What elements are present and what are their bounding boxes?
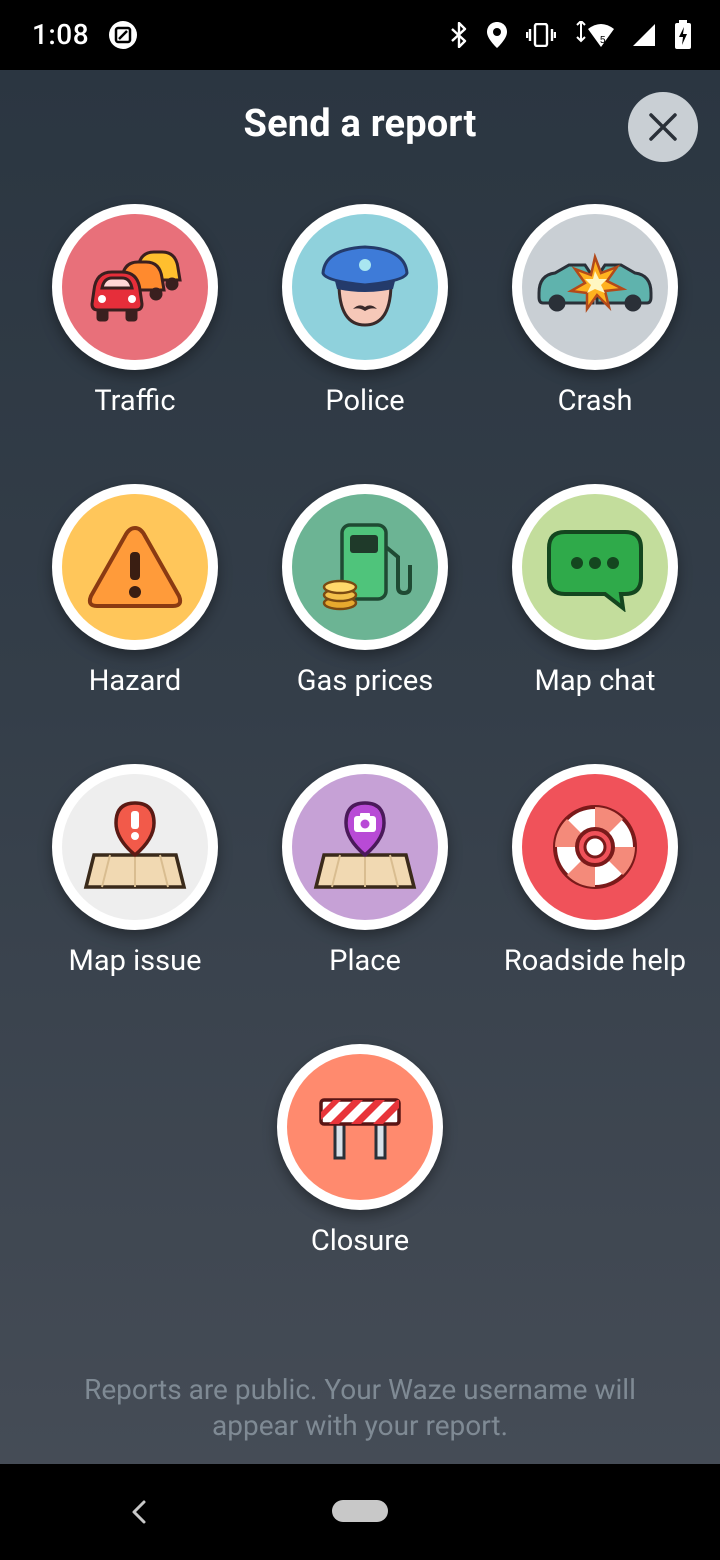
report-option-label: Police — [325, 384, 405, 418]
report-option-label: Place — [329, 944, 401, 978]
report-dialog: Send a report Traffic Police Crash Hazar… — [0, 70, 720, 1464]
report-option-map-issue[interactable]: Map issue — [20, 764, 250, 978]
privacy-note: Reports are public. Your Waze username w… — [84, 1373, 636, 1442]
report-option-gas-prices[interactable]: Gas prices — [250, 484, 480, 698]
svg-text:5: 5 — [600, 35, 606, 46]
screenshot-icon — [109, 21, 137, 49]
report-option-roadside-help[interactable]: Roadside help — [480, 764, 710, 978]
map-chat-icon — [547, 530, 643, 612]
report-option-map-chat[interactable]: Map chat — [480, 484, 710, 698]
page-title: Send a report — [243, 102, 477, 146]
report-option-place[interactable]: Place — [250, 764, 480, 978]
map-issue-icon — [83, 801, 187, 889]
status-bar: 1:08 5 — [0, 0, 720, 70]
wifi-icon: 5 — [574, 21, 614, 49]
report-option-label: Map chat — [534, 664, 656, 698]
hazard-icon — [87, 525, 183, 608]
report-option-traffic[interactable]: Traffic — [20, 204, 250, 418]
close-icon — [649, 113, 677, 141]
report-option-hazard[interactable]: Hazard — [20, 484, 250, 698]
place-icon — [313, 801, 417, 889]
report-option-label: Map issue — [68, 944, 202, 978]
home-pill-icon[interactable] — [332, 1500, 388, 1522]
report-option-crash[interactable]: Crash — [480, 204, 710, 418]
signal-icon — [632, 23, 656, 47]
report-option-closure[interactable]: Closure — [245, 1044, 475, 1258]
report-option-label: Closure — [310, 1224, 410, 1258]
report-option-label: Hazard — [88, 664, 182, 698]
gas-prices-icon — [322, 523, 412, 611]
location-icon — [486, 21, 508, 49]
report-option-label: Crash — [557, 384, 633, 418]
crash-icon — [537, 252, 653, 313]
report-option-label: Roadside help — [503, 944, 687, 978]
traffic-icon — [90, 250, 182, 322]
report-option-police[interactable]: Police — [250, 204, 480, 418]
bluetooth-icon — [450, 22, 468, 48]
report-option-label: Traffic — [94, 384, 176, 418]
status-time: 1:08 — [32, 18, 90, 51]
closure-icon — [319, 1098, 401, 1160]
report-option-label: Gas prices — [296, 664, 434, 698]
close-button[interactable] — [628, 92, 698, 162]
back-icon[interactable] — [124, 1494, 154, 1530]
battery-charging-icon — [674, 20, 692, 50]
roadside-help-icon — [553, 805, 637, 889]
police-icon — [321, 245, 409, 327]
vibrate-icon — [526, 23, 556, 47]
